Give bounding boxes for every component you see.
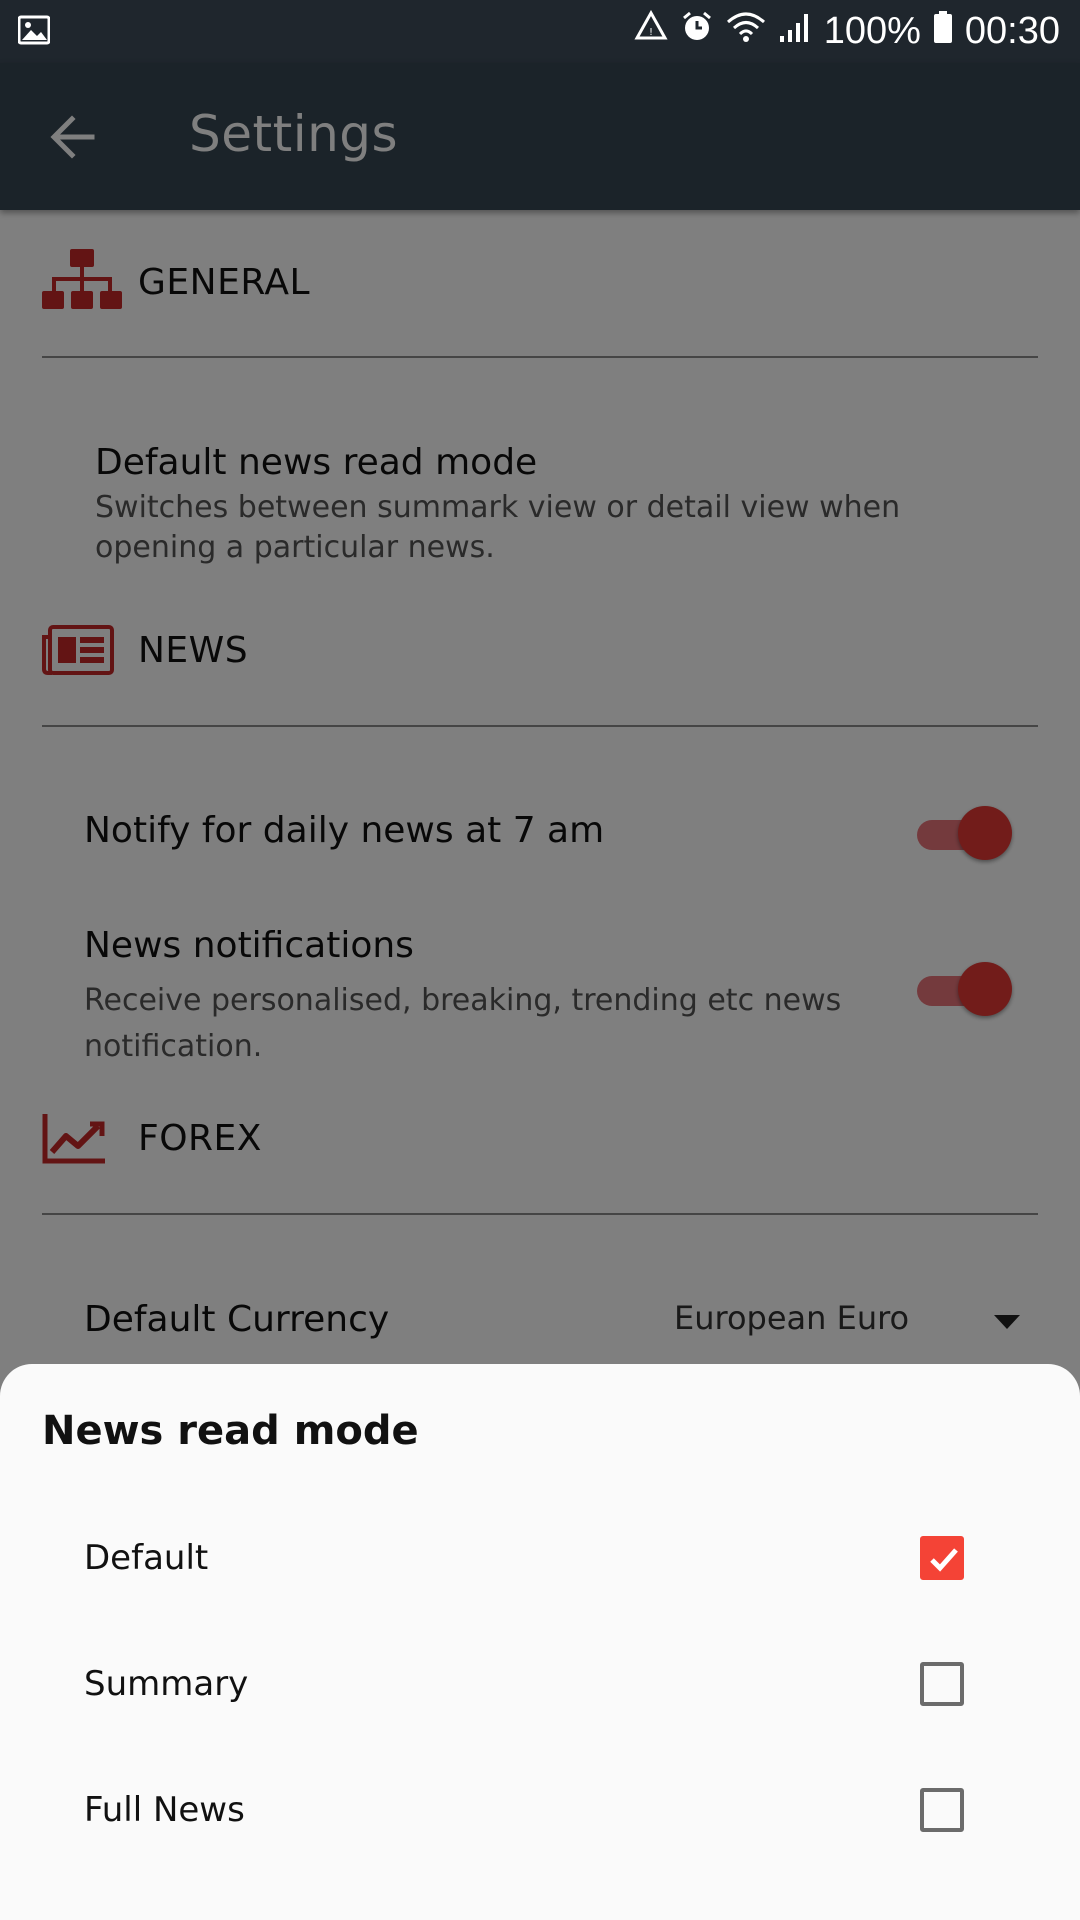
drive-icon: ! xyxy=(634,9,668,54)
option-label: Full News xyxy=(84,1790,245,1830)
battery-percent: 100% xyxy=(823,10,921,52)
sheet-title: News read mode xyxy=(42,1408,419,1454)
checkbox-checked[interactable] xyxy=(920,1536,964,1580)
signal-icon xyxy=(778,10,812,54)
option-full-news[interactable]: Full News xyxy=(0,1760,1080,1870)
battery-icon xyxy=(933,10,953,54)
svg-text:!: ! xyxy=(649,27,653,38)
image-icon xyxy=(17,14,51,46)
status-bar: ! 100% 00:30 xyxy=(0,0,1080,63)
option-summary[interactable]: Summary xyxy=(0,1634,1080,1744)
checkbox-unchecked[interactable] xyxy=(920,1662,964,1706)
option-default[interactable]: Default xyxy=(0,1508,1080,1618)
check-icon xyxy=(930,1548,958,1572)
alarm-icon xyxy=(680,10,714,54)
wifi-icon xyxy=(726,10,766,54)
clock: 00:30 xyxy=(964,10,1060,52)
option-label: Summary xyxy=(84,1664,249,1704)
checkbox-unchecked[interactable] xyxy=(920,1788,964,1832)
option-label: Default xyxy=(84,1538,209,1578)
news-read-mode-sheet: News read mode Default Summary Full News xyxy=(0,1364,1080,1920)
